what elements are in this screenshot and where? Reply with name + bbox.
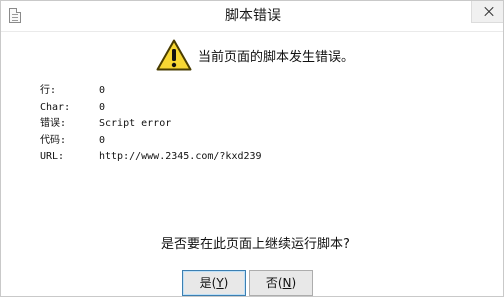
detail-value: 0 — [99, 101, 106, 113]
script-error-dialog: 脚本错误 当前页面的脚本发生错误。 行: 0 Char: 0 错误: Scrip… — [0, 0, 504, 297]
title-bar: 脚本错误 — [1, 1, 503, 32]
detail-label: 错误: — [40, 118, 67, 129]
yes-button-accesskey: Y — [216, 276, 224, 290]
yes-button-label: 是 — [199, 276, 212, 290]
detail-label: Char: — [40, 101, 71, 113]
error-message: 当前页面的脚本发生错误。 — [198, 50, 355, 65]
no-button-accesskey: N — [282, 276, 292, 290]
detail-value: Script error — [99, 118, 172, 129]
detail-label: 行: — [40, 85, 57, 96]
continue-question: 是否要在此页面上继续运行脚本? — [161, 237, 350, 252]
detail-value: http://www.2345.com/?kxd239 — [99, 151, 262, 162]
detail-label: URL: — [40, 151, 65, 162]
window-title: 脚本错误 — [225, 8, 281, 24]
yes-button[interactable]: 是(Y) — [182, 270, 246, 296]
detail-label: 代码: — [40, 134, 67, 146]
no-button-label: 否 — [265, 276, 278, 290]
detail-value: 0 — [99, 85, 106, 96]
warning-icon — [156, 39, 192, 71]
close-button[interactable] — [471, 1, 503, 23]
no-button[interactable]: 否(N) — [249, 270, 313, 296]
detail-value: 0 — [99, 134, 106, 146]
